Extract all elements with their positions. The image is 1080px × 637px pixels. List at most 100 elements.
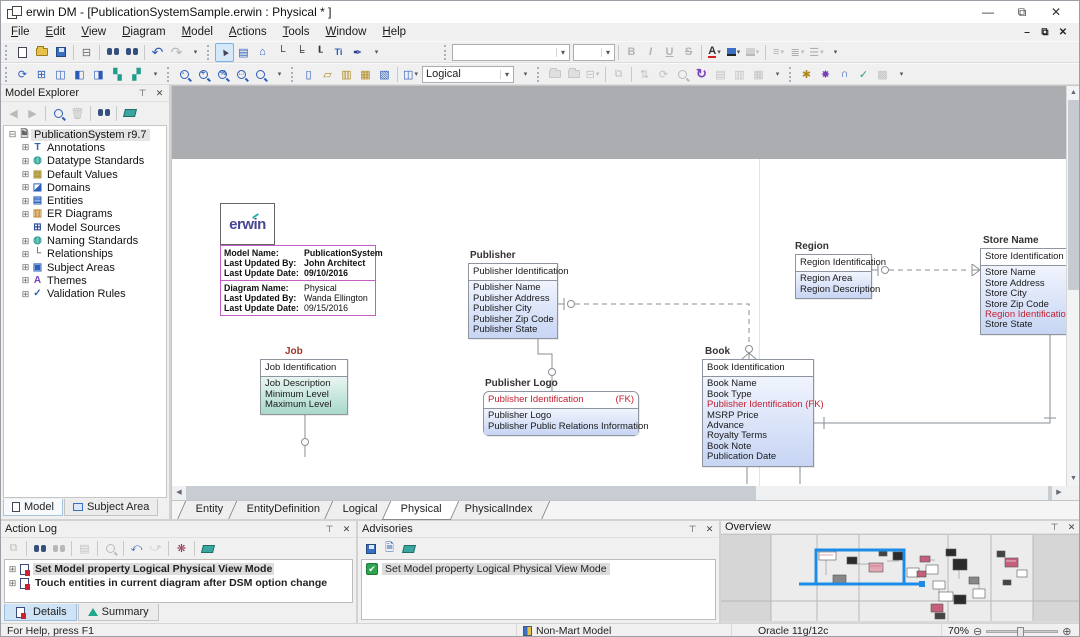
erwin-logo-block[interactable]: erwin (220, 203, 275, 245)
expand-icon[interactable]: ⊞ (20, 142, 31, 153)
align-left-button[interactable]: ≡ (769, 43, 788, 62)
menu-model[interactable]: Model (174, 25, 221, 39)
entity-region[interactable]: Region Region Identification Region Area… (795, 241, 872, 299)
toolbar-grip[interactable] (291, 67, 297, 82)
diagram-tab-entitydefinition[interactable]: EntityDefinition (227, 501, 337, 520)
redo-button[interactable]: ↷ (167, 43, 186, 62)
diagram-hierarchy-button[interactable]: ⊞ (32, 65, 51, 84)
sync-up-button[interactable]: ⇅ (635, 65, 654, 84)
scroll-right-icon[interactable]: ▶ (1052, 486, 1066, 500)
entity-job[interactable]: Job Job Identification Job DescriptionMi… (260, 346, 348, 415)
expand-icon[interactable]: ⊞ (7, 564, 18, 575)
zoom-out-icon[interactable]: ⊖ (973, 625, 982, 637)
toolbar-grip[interactable] (537, 67, 543, 82)
model-stamp-block[interactable]: Model Name:PublicationSystemLast Updated… (220, 245, 376, 316)
undo-button[interactable]: ↶ (148, 43, 167, 62)
toolbar-grip[interactable] (789, 67, 795, 82)
advisories-tag-button[interactable] (399, 539, 418, 558)
expand-icon[interactable]: ⊞ (20, 275, 31, 286)
unlock-button[interactable]: ∩ (835, 65, 854, 84)
subcategory-tool-button[interactable]: ⌂ (253, 43, 272, 62)
close-panel-icon[interactable]: ✕ (341, 524, 352, 535)
undo-to-here-button[interactable]: ⤺ (127, 539, 146, 558)
vscroll-thumb[interactable] (1068, 100, 1079, 290)
menu-view[interactable]: View (73, 25, 114, 39)
action-log-item[interactable]: ⊞Touch entities in current diagram after… (7, 576, 350, 590)
collapse-icon[interactable]: ⊟ (7, 129, 18, 140)
refresh-sources-button[interactable]: ⟳ (654, 65, 673, 84)
expand-icon[interactable]: ⊞ (20, 196, 31, 207)
pushpin-tool-button[interactable]: ✒ (348, 43, 367, 62)
toolbar-overflow-icon[interactable]: ▾ (516, 65, 535, 84)
align-center-button[interactable]: ≣ (788, 43, 807, 62)
nonidentifying-relationship-tool-button[interactable]: ┖ (310, 43, 329, 62)
menu-edit[interactable]: Edit (38, 25, 74, 39)
delete-button[interactable]: 🗑 (68, 104, 87, 123)
advisory-item[interactable]: ✔Set Model property Logical Physical Vie… (364, 562, 713, 576)
line-color-button[interactable] (743, 43, 762, 62)
overview-minimap[interactable] (721, 534, 1080, 624)
subject-area-properties-button[interactable]: ▥ (337, 65, 356, 84)
print-button[interactable]: ⊟ (77, 43, 96, 62)
advisories-report-button[interactable]: 🗎 (380, 539, 399, 558)
find-button[interactable] (103, 43, 122, 62)
diagram-properties-button[interactable]: ▧ (375, 65, 394, 84)
bold-button[interactable]: B (622, 43, 641, 62)
reset-log-button[interactable]: ❋ (172, 539, 191, 558)
compare-left-button[interactable]: ▤ (711, 65, 730, 84)
pin-icon[interactable]: ⊤ (324, 524, 335, 535)
entity-store-name[interactable]: Store Name Store Identification Store Na… (980, 235, 1066, 335)
compare-merge-button[interactable]: ▦ (749, 65, 768, 84)
menu-tools[interactable]: Tools (275, 25, 318, 39)
log-find-next-button[interactable] (49, 539, 68, 558)
italic-button[interactable]: I (641, 43, 660, 62)
menu-window[interactable]: Window (318, 25, 375, 39)
refresh-diagram-button[interactable]: ⟳ (13, 65, 32, 84)
tree-item-naming[interactable]: ⊞◍Naming Standards (7, 234, 166, 247)
forward-button[interactable]: ▶ (23, 104, 42, 123)
model-properties-button[interactable]: ▯ (299, 65, 318, 84)
tree-item-entities[interactable]: ⊞▤Entities (7, 194, 166, 207)
zoom-in-icon[interactable]: ⊕ (1062, 625, 1071, 637)
menu-actions[interactable]: Actions (221, 25, 275, 39)
toolbar-overflow-icon[interactable]: ▾ (146, 65, 165, 84)
open-model-button[interactable] (32, 43, 51, 62)
diagram-tab-physical[interactable]: Physical (382, 501, 459, 520)
menu-help[interactable]: Help (374, 25, 414, 39)
close-panel-icon[interactable]: ✕ (154, 88, 165, 99)
copy-button[interactable]: ⧉ (609, 65, 628, 84)
mdi-close-button[interactable]: ✕ (1055, 27, 1071, 38)
tree-item-relationships[interactable]: ⊞└Relationships (7, 248, 166, 261)
save-button[interactable] (51, 43, 70, 62)
expand-icon[interactable]: ⊞ (20, 262, 31, 273)
scroll-left-icon[interactable]: ◀ (172, 486, 186, 500)
compare-right-button[interactable]: ▥ (730, 65, 749, 84)
new-subject-area-button[interactable]: ▱ (318, 65, 337, 84)
diagram-tab-physicalindex[interactable]: PhysicalIndex (445, 501, 549, 520)
pin-icon[interactable]: ⊤ (687, 524, 698, 535)
entity-publisher[interactable]: Publisher Publisher Identification Publi… (468, 250, 558, 339)
text-block-tool-button[interactable]: Ti (329, 43, 348, 62)
review-changes-button[interactable] (673, 65, 692, 84)
tag-button[interactable] (120, 104, 139, 123)
naming-options-button[interactable]: ✱ (797, 65, 816, 84)
locate-button[interactable] (49, 104, 68, 123)
tree-item-datatype[interactable]: ⊞◍Datatype Standards (7, 155, 166, 168)
entity-publisher-logo[interactable]: Publisher Logo Publisher Identification(… (483, 378, 639, 436)
tab-summary[interactable]: Summary (78, 604, 159, 621)
close-panel-icon[interactable]: ✕ (1066, 522, 1077, 533)
overview-toggle-button[interactable]: ▞ (127, 65, 146, 84)
zoom-slider[interactable] (986, 630, 1058, 633)
toolbar-grip[interactable] (444, 45, 450, 60)
save-advisories-button[interactable] (361, 539, 380, 558)
bullet-list-button[interactable]: ☰ (807, 43, 826, 62)
datatype-options-button[interactable]: ✸ (816, 65, 835, 84)
hscroll-thumb[interactable] (756, 486, 1048, 500)
select-tool-button[interactable]: ▲ (215, 43, 234, 62)
toolbar-overflow-icon[interactable]: ▾ (892, 65, 911, 84)
tab-model[interactable]: Model (3, 499, 63, 516)
derive-model-button[interactable] (545, 65, 564, 84)
tree-item-modelsources[interactable]: ⊞Model Sources (7, 221, 166, 234)
toolbar-grip[interactable] (5, 67, 11, 82)
tree-item-domains[interactable]: ⊞◪Domains (7, 181, 166, 194)
